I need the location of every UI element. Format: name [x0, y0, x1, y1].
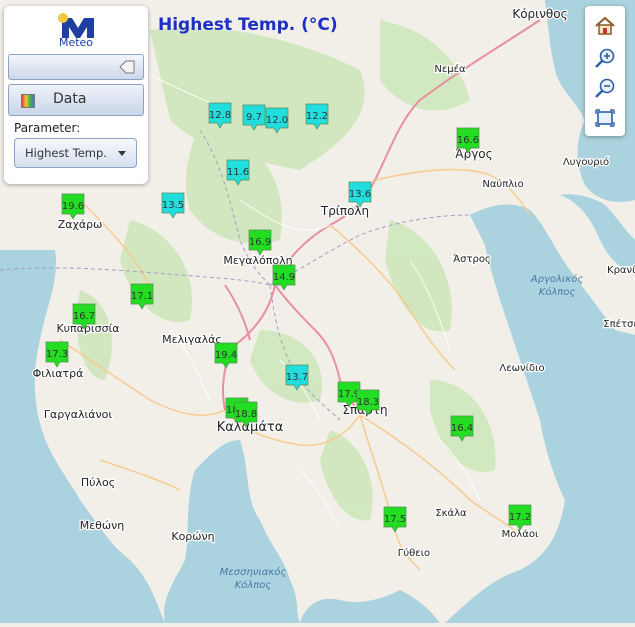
station-value: 19.4	[215, 350, 237, 361]
chevron-down-icon	[118, 151, 126, 156]
place-label: Λεωνίδιο	[499, 362, 544, 374]
station-value: 11.6	[227, 167, 249, 178]
zoom-extent-icon[interactable]	[593, 106, 617, 130]
place-label: Νεμέα	[434, 63, 466, 75]
place-label: Κορώνη	[171, 530, 214, 543]
parameter-select[interactable]: Highest Temp.	[14, 138, 137, 168]
place-label: Μελιγαλάς	[162, 333, 222, 346]
station-value: 12.2	[306, 111, 328, 122]
place-label: Μεσσηνιακός	[220, 566, 287, 578]
parameter-selected-value: Highest Temp.	[25, 146, 107, 160]
zoom-out-icon[interactable]	[593, 76, 617, 100]
station-value: 17.5	[384, 514, 406, 525]
data-button-label: Data	[53, 91, 87, 107]
place-label: Γύθειο	[398, 547, 430, 559]
station-value: 13.7	[286, 372, 308, 383]
place-label: Κόλπος	[235, 579, 272, 591]
place-label: Πύλος	[81, 476, 115, 489]
logo-text: Meteo	[58, 36, 94, 49]
station-value: 17.3	[46, 349, 68, 360]
place-label: Σπέτσες	[603, 318, 635, 330]
place-label: Άργος	[455, 147, 492, 161]
home-icon[interactable]	[593, 14, 617, 38]
place-label: Φιλιατρά	[33, 367, 84, 380]
map-controls	[585, 6, 625, 136]
station-value: 13.6	[349, 189, 371, 200]
place-label: Κρανίδι	[607, 264, 635, 276]
station-value: 16.7	[73, 311, 95, 322]
place-label: Άστρος	[453, 253, 491, 265]
data-button[interactable]: Data	[8, 84, 144, 116]
station-value: 17.1	[131, 291, 153, 302]
station-value: 18.3	[357, 397, 379, 408]
sidebar-panel: Meteo Data Parameter: Highest Temp.	[4, 6, 148, 184]
station-value: 12.8	[209, 110, 231, 121]
place-label: Ναύπλιο	[482, 178, 523, 190]
station-value: 18.8	[235, 409, 257, 420]
station-value: 14.9	[273, 272, 295, 283]
place-label: Τρίπολη	[320, 204, 369, 218]
place-label: Λυγουριό	[563, 156, 609, 168]
station-value: 17.2	[509, 512, 531, 523]
map-title: Highest Temp. (°C)	[158, 15, 338, 35]
place-label: Μεθώνη	[80, 519, 125, 532]
station-value: 9.7	[246, 112, 262, 123]
color-scale-icon	[21, 94, 35, 108]
place-label: Γαργαλιάνοι	[44, 408, 112, 421]
parameter-label: Parameter:	[14, 121, 81, 135]
place-label: Κόρινθος	[512, 7, 567, 21]
station-value: 16.4	[451, 423, 473, 434]
place-label: Σκάλα	[435, 507, 467, 519]
station-value: 19.6	[62, 201, 84, 212]
place-label: Ζαχάρω	[58, 218, 103, 231]
station-value: 12.0	[266, 115, 288, 126]
zoom-in-icon[interactable]	[593, 46, 617, 70]
station-value: 13.5	[162, 200, 184, 211]
station-value: 16.9	[249, 237, 271, 248]
collapse-panel-button[interactable]	[8, 54, 144, 80]
collapse-arrow-icon	[119, 59, 135, 78]
station-value: 16.6	[457, 135, 479, 146]
place-label: Αργολικός	[530, 273, 584, 285]
place-label: Κόλπος	[539, 286, 576, 298]
